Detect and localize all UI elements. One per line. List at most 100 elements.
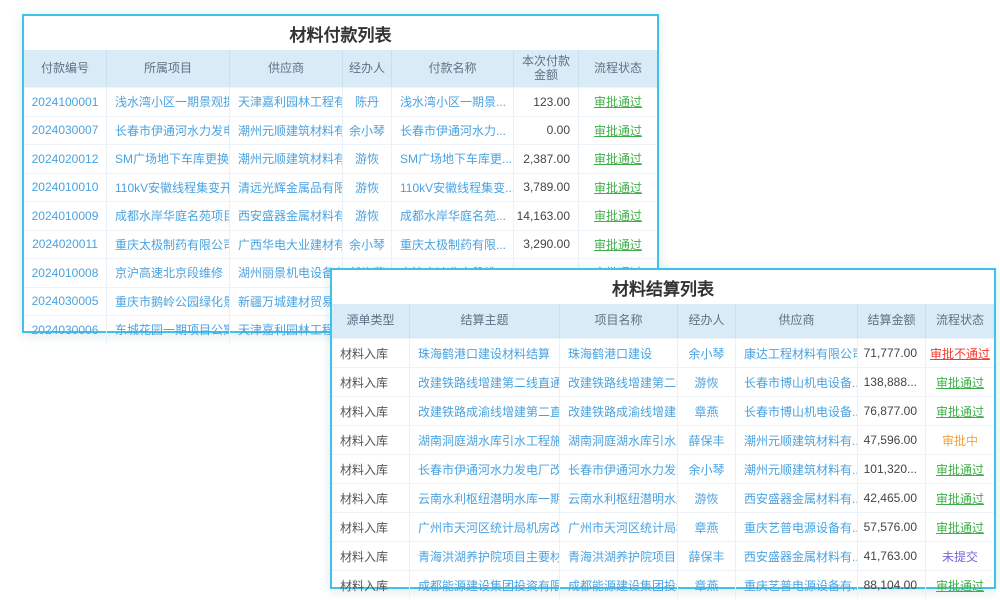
status-link[interactable]: 审批通过 [579, 202, 657, 230]
supplier-link[interactable]: 西安盛器金属材料有... [736, 542, 858, 570]
supplier-link[interactable]: 潮州元顺建筑材料有... [736, 426, 858, 454]
project-link[interactable]: SM广场地下车库更换摄... [107, 145, 230, 173]
column-header-handler: 经办人 [343, 50, 392, 87]
status-link[interactable]: 审批通过 [579, 117, 657, 145]
settlement-amount-value: 76,877.00 [858, 397, 926, 425]
supplier-link[interactable]: 康达工程材料有限公司 [736, 339, 858, 367]
project-name-link[interactable]: 广州市天河区统计局机房... [560, 513, 678, 541]
supplier-link[interactable]: 潮州元顺建筑材料有... [736, 455, 858, 483]
supplier-link[interactable]: 长春市博山机电设备... [736, 397, 858, 425]
supplier-link[interactable]: 潮州元顺建筑材料有限... [230, 145, 343, 173]
project-link[interactable]: 110kV安徽线程集变开断... [107, 174, 230, 202]
payment-id-link[interactable]: 2024010008 [24, 259, 107, 287]
project-link[interactable]: 京沪高速北京段维修 [107, 259, 230, 287]
status-link[interactable]: 审批中 [926, 426, 994, 454]
project-name-link[interactable]: 成都能源建设集团投资有... [560, 571, 678, 599]
payment-name-link[interactable]: 重庆太极制药有限... [392, 231, 514, 259]
status-link[interactable]: 审批通过 [579, 145, 657, 173]
supplier-link[interactable]: 新疆万城建材贸易有 [230, 288, 343, 316]
handler-link[interactable]: 章燕 [678, 513, 736, 541]
project-link[interactable]: 重庆市鹅岭公园绿化景... [107, 288, 230, 316]
project-name-link[interactable]: 改建铁路成渝线增建第二... [560, 397, 678, 425]
source-type-label: 材料入库 [332, 368, 410, 396]
payment-amount-value: 3,290.00 [514, 231, 579, 259]
status-link[interactable]: 未提交 [926, 542, 994, 570]
project-name-link[interactable]: 长春市伊通河水力发电厂... [560, 455, 678, 483]
table-row: 材料入库湖南洞庭湖水库引水工程施工1标材...湖南洞庭湖水库引水工程...薛保丰… [332, 425, 994, 454]
handler-link[interactable]: 游恢 [678, 484, 736, 512]
payment-id-link[interactable]: 2024010010 [24, 174, 107, 202]
settlement-subject-link[interactable]: 长春市伊通河水力发电厂改建工程... [410, 455, 560, 483]
payment-name-link[interactable]: 浅水湾小区一期景... [392, 88, 514, 116]
settlement-subject-link[interactable]: 改建铁路成渝线增建第二直通线（... [410, 397, 560, 425]
supplier-link[interactable]: 湖州丽景机电设备有限... [230, 259, 343, 287]
supplier-link[interactable]: 西安盛器金属材料有限... [230, 202, 343, 230]
settlement-subject-link[interactable]: 成都能源建设集团投资有限公司临... [410, 571, 560, 599]
supplier-link[interactable]: 天津嘉利园林工程有 [230, 316, 343, 344]
payment-id-link[interactable]: 2024030005 [24, 288, 107, 316]
handler-link[interactable]: 余小琴 [343, 231, 392, 259]
payment-id-link[interactable]: 2024010009 [24, 202, 107, 230]
handler-link[interactable]: 游恢 [343, 202, 392, 230]
project-link[interactable]: 重庆太极制药有限公司... [107, 231, 230, 259]
project-link[interactable]: 长春市伊通河水力发电... [107, 117, 230, 145]
status-link[interactable]: 审批通过 [926, 368, 994, 396]
settlement-subject-link[interactable]: 改建铁路线增建第二线直通线（成... [410, 368, 560, 396]
project-link[interactable]: 浅水湾小区一期景观提... [107, 88, 230, 116]
handler-link[interactable]: 余小琴 [678, 455, 736, 483]
handler-link[interactable]: 游恢 [343, 145, 392, 173]
handler-link[interactable]: 章燕 [678, 571, 736, 599]
payment-id-link[interactable]: 2024020011 [24, 231, 107, 259]
table-row: 材料入库广州市天河区统计局机房改造项目...广州市天河区统计局机房...章燕重庆… [332, 512, 994, 541]
supplier-link[interactable]: 天津嘉利园林工程有限... [230, 88, 343, 116]
status-link[interactable]: 审批通过 [926, 455, 994, 483]
payment-id-link[interactable]: 2024030007 [24, 117, 107, 145]
payment-id-link[interactable]: 2024020012 [24, 145, 107, 173]
handler-link[interactable]: 余小琴 [343, 117, 392, 145]
project-name-link[interactable]: 改建铁路线增建第二线直... [560, 368, 678, 396]
payment-id-link[interactable]: 2024030006 [24, 316, 107, 344]
payment-name-link[interactable]: 成都水岸华庭名苑... [392, 202, 514, 230]
handler-link[interactable]: 陈丹 [343, 88, 392, 116]
handler-link[interactable]: 余小琴 [678, 339, 736, 367]
project-name-link[interactable]: 湖南洞庭湖水库引水工程... [560, 426, 678, 454]
supplier-link[interactable]: 长春市博山机电设备... [736, 368, 858, 396]
handler-link[interactable]: 薛保丰 [678, 426, 736, 454]
supplier-link[interactable]: 西安盛器金属材料有... [736, 484, 858, 512]
status-link[interactable]: 审批通过 [579, 231, 657, 259]
status-link[interactable]: 审批通过 [579, 174, 657, 202]
payment-name-link[interactable]: SM广场地下车库更... [392, 145, 514, 173]
handler-link[interactable]: 章燕 [678, 397, 736, 425]
payment-table-title: 材料付款列表 [24, 16, 657, 50]
settlement-subject-link[interactable]: 珠海鹤港口建设材料结算 [410, 339, 560, 367]
handler-link[interactable]: 游恢 [678, 368, 736, 396]
settlement-subject-link[interactable]: 广州市天河区统计局机房改造项目... [410, 513, 560, 541]
status-link[interactable]: 审批通过 [926, 571, 994, 599]
project-link[interactable]: 东城花园一期项目公寓... [107, 316, 230, 344]
handler-link[interactable]: 游恢 [343, 174, 392, 202]
supplier-link[interactable]: 清远光辉金属品有限公司 [230, 174, 343, 202]
status-link[interactable]: 审批不通过 [926, 339, 994, 367]
status-link[interactable]: 审批通过 [926, 484, 994, 512]
status-link[interactable]: 审批通过 [579, 88, 657, 116]
supplier-link[interactable]: 重庆艺普电源设备有... [736, 513, 858, 541]
project-name-link[interactable]: 云南水利枢纽潜明水库一... [560, 484, 678, 512]
settlement-amount-value: 138,888... [858, 368, 926, 396]
payment-name-link[interactable]: 110kV安徽线程集变... [392, 174, 514, 202]
handler-link[interactable]: 薛保丰 [678, 542, 736, 570]
settlement-subject-link[interactable]: 青海洪湖养护院项目主要材料结算 [410, 542, 560, 570]
project-link[interactable]: 成都水岸华庭名苑项目... [107, 202, 230, 230]
settlement-table-title: 材料结算列表 [332, 270, 994, 304]
status-link[interactable]: 审批通过 [926, 513, 994, 541]
supplier-link[interactable]: 潮州元顺建筑材料有限... [230, 117, 343, 145]
status-link[interactable]: 审批通过 [926, 397, 994, 425]
supplier-link[interactable]: 广西华电大业建材有限... [230, 231, 343, 259]
supplier-link[interactable]: 重庆艺普电源设备有... [736, 571, 858, 599]
project-name-link[interactable]: 青海洪湖养护院项目 [560, 542, 678, 570]
project-name-link[interactable]: 珠海鹤港口建设 [560, 339, 678, 367]
settlement-subject-link[interactable]: 湖南洞庭湖水库引水工程施工1标材... [410, 426, 560, 454]
payment-name-link[interactable]: 长春市伊通河水力... [392, 117, 514, 145]
payment-id-link[interactable]: 2024100001 [24, 88, 107, 116]
settlement-amount-value: 71,777.00 [858, 339, 926, 367]
settlement-subject-link[interactable]: 云南水利枢纽潜明水库一期工程施... [410, 484, 560, 512]
